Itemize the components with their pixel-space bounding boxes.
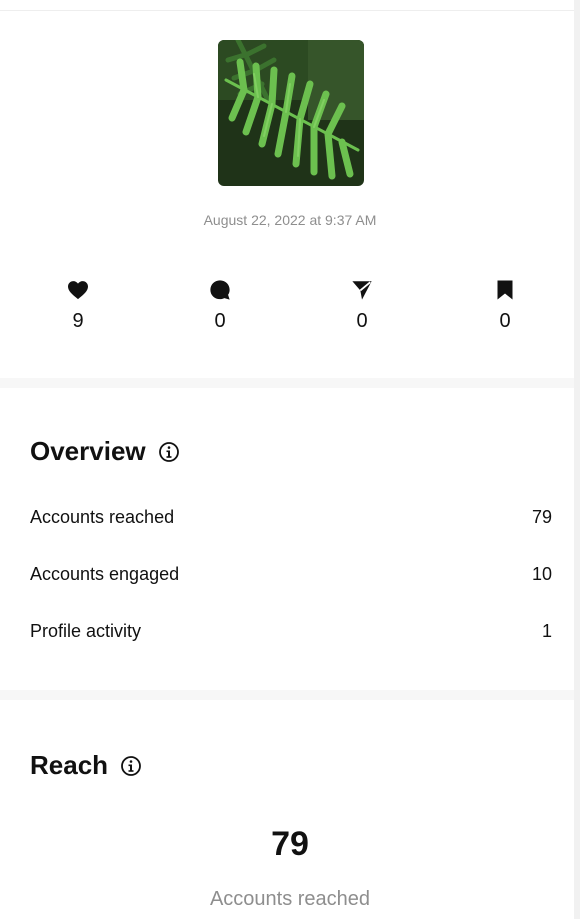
info-icon[interactable] bbox=[120, 755, 142, 777]
scroll-track bbox=[574, 0, 580, 919]
stat-shares[interactable]: 0 bbox=[332, 278, 392, 333]
stat-comments[interactable]: 0 bbox=[190, 278, 250, 333]
shares-count: 0 bbox=[356, 310, 368, 332]
comments-count: 0 bbox=[214, 310, 226, 332]
overview-title: Overview bbox=[30, 436, 146, 466]
stat-saves[interactable]: 0 bbox=[475, 278, 535, 333]
engagement-stats: 9 0 0 0 bbox=[0, 278, 580, 338]
reach-header: Reach bbox=[30, 750, 142, 781]
likes-count: 9 bbox=[72, 310, 84, 332]
post-timestamp: August 22, 2022 at 9:37 AM bbox=[203, 212, 377, 228]
row-value: 10 bbox=[531, 563, 552, 584]
comment-icon bbox=[210, 280, 230, 300]
row-label: Accounts engaged bbox=[30, 563, 180, 584]
reach-title: Reach bbox=[30, 750, 109, 780]
overview-row-accounts-engaged[interactable]: Accounts engaged 10 bbox=[30, 561, 552, 587]
overview-header: Overview bbox=[30, 436, 180, 467]
reach-count: 79 bbox=[271, 825, 309, 863]
row-value: 79 bbox=[531, 506, 552, 527]
info-icon[interactable] bbox=[158, 441, 180, 463]
share-icon bbox=[352, 281, 372, 300]
heart-icon bbox=[68, 281, 88, 300]
bookmark-icon bbox=[497, 280, 513, 300]
post-thumbnail[interactable] bbox=[218, 40, 364, 186]
overview-row-accounts-reached[interactable]: Accounts reached 79 bbox=[30, 504, 552, 530]
top-divider bbox=[0, 10, 580, 11]
row-label: Accounts reached bbox=[30, 506, 175, 527]
fern-photo-thumbnail bbox=[218, 40, 364, 186]
row-value: 1 bbox=[541, 620, 552, 641]
stat-likes[interactable]: 9 bbox=[48, 278, 108, 333]
section-divider bbox=[0, 378, 574, 388]
reach-label: Accounts reached bbox=[209, 888, 371, 910]
section-divider bbox=[0, 690, 574, 700]
row-label: Profile activity bbox=[30, 620, 142, 641]
overview-row-profile-activity[interactable]: Profile activity 1 bbox=[30, 618, 552, 644]
saves-count: 0 bbox=[499, 310, 511, 332]
